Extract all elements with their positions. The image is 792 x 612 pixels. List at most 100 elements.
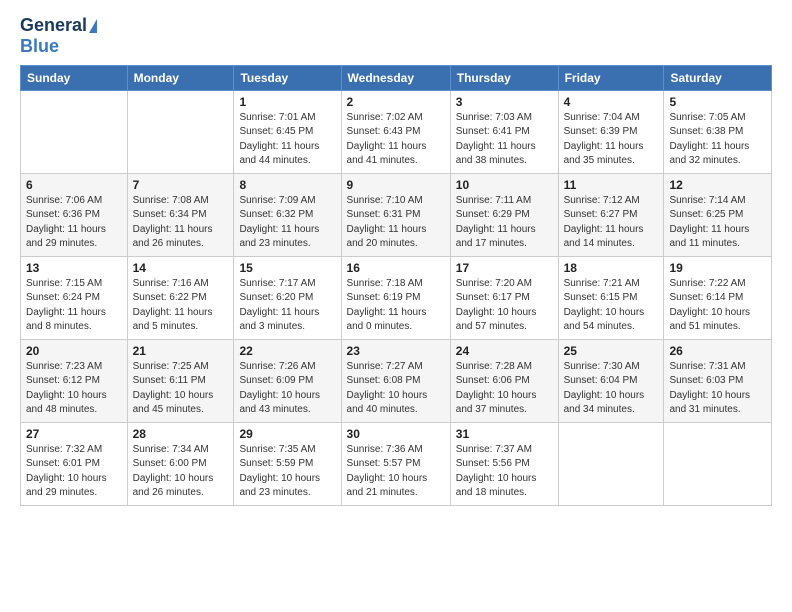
calendar-cell: 8 Sunrise: 7:09 AM Sunset: 6:32 PM Daylig… (234, 173, 341, 256)
logo-blue: Blue (20, 36, 59, 57)
day-number: 13 (26, 261, 122, 275)
logo-general: General (20, 16, 87, 36)
calendar-cell: 31 Sunrise: 7:37 AM Sunset: 5:56 PM Dayli… (450, 422, 558, 505)
calendar-cell: 20Sunrise: 7:23 AM Sunset: 6:12 PM Dayli… (21, 339, 128, 422)
day-number: 4 (564, 95, 659, 109)
calendar-cell: 24 Sunrise: 7:28 AM Sunset: 6:06 PM Dayli… (450, 339, 558, 422)
calendar-weekday-sunday: Sunday (21, 65, 128, 90)
day-detail: Sunrise: 7:35 AM Sunset: 5:59 PM Dayligh… (239, 443, 335, 501)
day-detail: Sunrise: 7:06 AM Sunset: 6:36 PM Dayligh… (26, 194, 122, 252)
day-number: 9 (347, 178, 445, 192)
day-detail: Sunrise: 7:34 AM Sunset: 6:00 PM Dayligh… (133, 443, 229, 501)
calendar-weekday-tuesday: Tuesday (234, 65, 341, 90)
calendar-header-row: SundayMondayTuesdayWednesdayThursdayFrid… (21, 65, 772, 90)
day-number: 21 (133, 344, 229, 358)
day-detail: Sunrise: 7:22 AM Sunset: 6:14 PM Dayligh… (669, 277, 766, 335)
day-detail: Sunrise: 7:21 AM Sunset: 6:15 PM Dayligh… (564, 277, 659, 335)
day-detail: Sunrise: 7:10 AM Sunset: 6:31 PM Dayligh… (347, 194, 445, 252)
day-detail: Sunrise: 7:23 AM Sunset: 6:12 PM Dayligh… (26, 360, 122, 418)
calendar-weekday-saturday: Saturday (664, 65, 772, 90)
calendar-cell: 10 Sunrise: 7:11 AM Sunset: 6:29 PM Dayli… (450, 173, 558, 256)
day-number: 22 (239, 344, 335, 358)
day-number: 10 (456, 178, 553, 192)
calendar-weekday-friday: Friday (558, 65, 664, 90)
day-detail: Sunrise: 7:18 AM Sunset: 6:19 PM Dayligh… (347, 277, 445, 335)
day-number: 25 (564, 344, 659, 358)
day-detail: Sunrise: 7:37 AM Sunset: 5:56 PM Dayligh… (456, 443, 553, 501)
day-number: 31 (456, 427, 553, 441)
day-detail: Sunrise: 7:08 AM Sunset: 6:34 PM Dayligh… (133, 194, 229, 252)
day-detail: Sunrise: 7:12 AM Sunset: 6:27 PM Dayligh… (564, 194, 659, 252)
calendar-cell: 26 Sunrise: 7:31 AM Sunset: 6:03 PM Dayli… (664, 339, 772, 422)
day-detail: Sunrise: 7:20 AM Sunset: 6:17 PM Dayligh… (456, 277, 553, 335)
day-number: 15 (239, 261, 335, 275)
day-number: 14 (133, 261, 229, 275)
day-number: 28 (133, 427, 229, 441)
calendar-cell (558, 422, 664, 505)
day-detail: Sunrise: 7:31 AM Sunset: 6:03 PM Dayligh… (669, 360, 766, 418)
day-number: 24 (456, 344, 553, 358)
day-number: 8 (239, 178, 335, 192)
day-number: 30 (347, 427, 445, 441)
calendar-cell: 25 Sunrise: 7:30 AM Sunset: 6:04 PM Dayli… (558, 339, 664, 422)
calendar-weekday-wednesday: Wednesday (341, 65, 450, 90)
calendar-cell (21, 90, 128, 173)
calendar-cell: 5Sunrise: 7:05 AM Sunset: 6:38 PM Daylig… (664, 90, 772, 173)
calendar-week-row: 27Sunrise: 7:32 AM Sunset: 6:01 PM Dayli… (21, 422, 772, 505)
day-number: 17 (456, 261, 553, 275)
calendar-cell (664, 422, 772, 505)
calendar-cell: 12Sunrise: 7:14 AM Sunset: 6:25 PM Dayli… (664, 173, 772, 256)
calendar-cell: 2 Sunrise: 7:02 AM Sunset: 6:43 PM Daylig… (341, 90, 450, 173)
calendar-cell: 13Sunrise: 7:15 AM Sunset: 6:24 PM Dayli… (21, 256, 128, 339)
day-number: 7 (133, 178, 229, 192)
calendar-cell: 7 Sunrise: 7:08 AM Sunset: 6:34 PM Daylig… (127, 173, 234, 256)
day-detail: Sunrise: 7:09 AM Sunset: 6:32 PM Dayligh… (239, 194, 335, 252)
calendar-cell: 15 Sunrise: 7:17 AM Sunset: 6:20 PM Dayli… (234, 256, 341, 339)
day-detail: Sunrise: 7:28 AM Sunset: 6:06 PM Dayligh… (456, 360, 553, 418)
calendar-cell: 1Sunrise: 7:01 AM Sunset: 6:45 PM Daylig… (234, 90, 341, 173)
day-detail: Sunrise: 7:16 AM Sunset: 6:22 PM Dayligh… (133, 277, 229, 335)
day-detail: Sunrise: 7:11 AM Sunset: 6:29 PM Dayligh… (456, 194, 553, 252)
calendar-cell: 19 Sunrise: 7:22 AM Sunset: 6:14 PM Dayli… (664, 256, 772, 339)
calendar-cell: 14 Sunrise: 7:16 AM Sunset: 6:22 PM Dayli… (127, 256, 234, 339)
logo: General Blue (20, 16, 97, 57)
day-number: 3 (456, 95, 553, 109)
page: General Blue SundayMondayTuesdayWednesda… (0, 0, 792, 516)
day-number: 12 (669, 178, 766, 192)
day-detail: Sunrise: 7:26 AM Sunset: 6:09 PM Dayligh… (239, 360, 335, 418)
day-number: 1 (239, 95, 335, 109)
day-detail: Sunrise: 7:03 AM Sunset: 6:41 PM Dayligh… (456, 111, 553, 169)
day-detail: Sunrise: 7:02 AM Sunset: 6:43 PM Dayligh… (347, 111, 445, 169)
day-number: 18 (564, 261, 659, 275)
logo-triangle-icon (89, 19, 97, 33)
calendar-cell: 6 Sunrise: 7:06 AM Sunset: 6:36 PM Daylig… (21, 173, 128, 256)
calendar-week-row: 1Sunrise: 7:01 AM Sunset: 6:45 PM Daylig… (21, 90, 772, 173)
calendar-cell: 17 Sunrise: 7:20 AM Sunset: 6:17 PM Dayli… (450, 256, 558, 339)
day-number: 5 (669, 95, 766, 109)
header: General Blue (20, 16, 772, 57)
calendar-cell: 27Sunrise: 7:32 AM Sunset: 6:01 PM Dayli… (21, 422, 128, 505)
day-detail: Sunrise: 7:17 AM Sunset: 6:20 PM Dayligh… (239, 277, 335, 335)
day-number: 2 (347, 95, 445, 109)
calendar-week-row: 13Sunrise: 7:15 AM Sunset: 6:24 PM Dayli… (21, 256, 772, 339)
calendar-cell: 11Sunrise: 7:12 AM Sunset: 6:27 PM Dayli… (558, 173, 664, 256)
calendar-weekday-thursday: Thursday (450, 65, 558, 90)
day-number: 16 (347, 261, 445, 275)
calendar-week-row: 20Sunrise: 7:23 AM Sunset: 6:12 PM Dayli… (21, 339, 772, 422)
day-detail: Sunrise: 7:25 AM Sunset: 6:11 PM Dayligh… (133, 360, 229, 418)
calendar-cell: 23 Sunrise: 7:27 AM Sunset: 6:08 PM Dayli… (341, 339, 450, 422)
day-detail: Sunrise: 7:32 AM Sunset: 6:01 PM Dayligh… (26, 443, 122, 501)
calendar-cell: 30Sunrise: 7:36 AM Sunset: 5:57 PM Dayli… (341, 422, 450, 505)
calendar-cell: 28 Sunrise: 7:34 AM Sunset: 6:00 PM Dayli… (127, 422, 234, 505)
calendar-cell: 29Sunrise: 7:35 AM Sunset: 5:59 PM Dayli… (234, 422, 341, 505)
calendar-cell: 18 Sunrise: 7:21 AM Sunset: 6:15 PM Dayli… (558, 256, 664, 339)
day-number: 23 (347, 344, 445, 358)
day-number: 26 (669, 344, 766, 358)
day-number: 19 (669, 261, 766, 275)
calendar-cell: 9 Sunrise: 7:10 AM Sunset: 6:31 PM Daylig… (341, 173, 450, 256)
day-number: 6 (26, 178, 122, 192)
calendar-week-row: 6 Sunrise: 7:06 AM Sunset: 6:36 PM Daylig… (21, 173, 772, 256)
day-detail: Sunrise: 7:30 AM Sunset: 6:04 PM Dayligh… (564, 360, 659, 418)
calendar-table: SundayMondayTuesdayWednesdayThursdayFrid… (20, 65, 772, 506)
day-detail: Sunrise: 7:27 AM Sunset: 6:08 PM Dayligh… (347, 360, 445, 418)
